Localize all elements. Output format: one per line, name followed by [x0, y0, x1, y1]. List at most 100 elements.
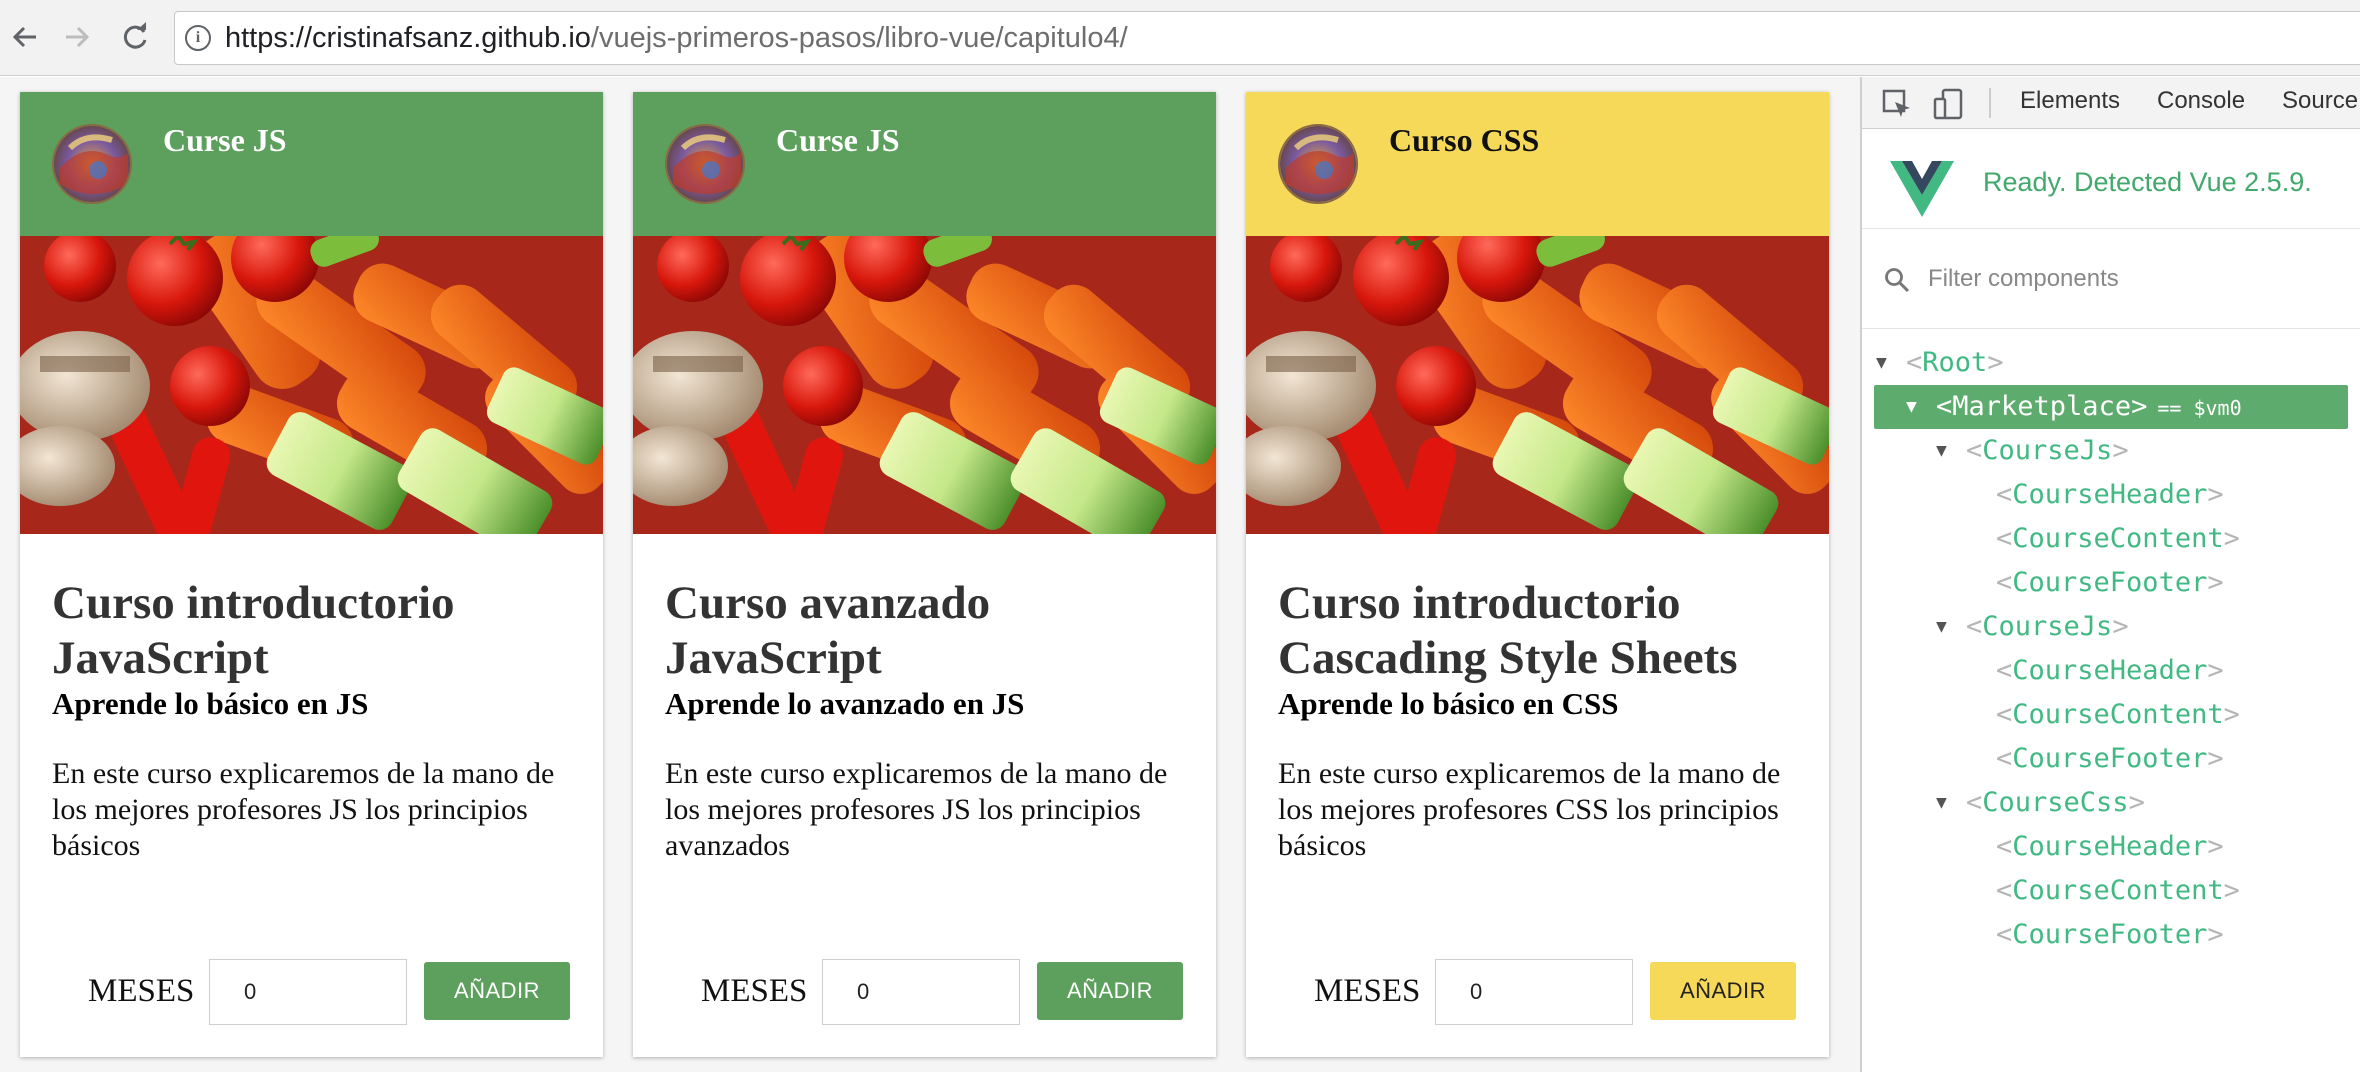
avatar [52, 124, 132, 204]
tab-elements[interactable]: Elements [2020, 87, 2120, 115]
tree-node[interactable]: ▼ <CourseCss> [1862, 781, 2360, 825]
tree-node[interactable]: <CourseContent> [1862, 693, 2360, 737]
course-footer: MESES AÑADIR [1246, 959, 1829, 1025]
tree-node[interactable]: <CourseFooter> [1862, 561, 2360, 605]
tree-node[interactable]: <CourseContent> [1862, 869, 2360, 913]
course-image [633, 236, 1216, 534]
vue-status-bar: Ready. Detected Vue 2.5.9. [1862, 129, 2360, 229]
course-description: En este curso explicaremos de la mano de… [665, 757, 1168, 862]
url-host: https://cristinafsanz.github.io [225, 21, 591, 54]
course-content: Curso avanzado JavaScript Aprende lo ava… [633, 534, 1216, 864]
months-label: MESES [1314, 973, 1421, 1009]
course-image [1246, 236, 1829, 534]
tree-node-label: <CourseFooter> [1996, 567, 2224, 598]
url-path: /vuejs-primeros-pasos/libro-vue/capitulo… [590, 21, 1128, 54]
devtools-tab-bar: Elements Console Source [1862, 77, 2360, 129]
tree-node-label: <CourseHeader> [1996, 655, 2224, 686]
add-button[interactable]: AÑADIR [1037, 962, 1183, 1020]
tree-node-label: <CourseFooter> [1996, 919, 2224, 950]
address-bar[interactable]: i https://cristinafsanz.github.io/vuejs-… [174, 11, 2360, 65]
course-card: Curse JS Curso avanzado JavaScript Apren… [633, 92, 1216, 1057]
course-content: Curso introductorio Cascading Style Shee… [1246, 534, 1829, 864]
arrow-left-icon [12, 26, 36, 48]
tree-node[interactable]: ▼ <Marketplace> == $vm0 [1874, 385, 2348, 429]
course-footer: MESES AÑADIR [633, 959, 1216, 1025]
course-header: Curse JS [633, 92, 1216, 236]
expand-arrow-icon[interactable]: ▼ [1936, 429, 1956, 473]
tab-console[interactable]: Console [2157, 87, 2245, 115]
filter-components-input[interactable] [1928, 259, 2328, 299]
tree-node-label: <CourseCss> [1966, 787, 2145, 818]
expand-arrow-icon[interactable]: ▼ [1906, 385, 1926, 429]
course-title: Curso introductorio JavaScript [52, 577, 455, 684]
course-title: Curso introductorio Cascading Style Shee… [1278, 577, 1738, 684]
component-tree: ▼ <Root> ▼ <Marketplace> == $vm0 ▼ <CourseJs> <… [1862, 329, 2360, 957]
tree-node-label: <CourseHeader> [1996, 479, 2224, 510]
course-card: Curso CSS Curso introductorio Cascading … [1246, 92, 1829, 1057]
tree-node[interactable]: ▼ <Root> [1862, 341, 2360, 385]
course-subtitle: Aprende lo básico en CSS [1278, 686, 1619, 721]
add-button[interactable]: AÑADIR [424, 962, 570, 1020]
arrow-right-icon [66, 26, 90, 48]
tree-node[interactable]: <CourseHeader> [1862, 473, 2360, 517]
inspect-icon [1882, 89, 1910, 117]
tree-node-label: <CourseContent> [1996, 699, 2240, 730]
browser-toolbar: i https://cristinafsanz.github.io/vuejs-… [0, 0, 2360, 76]
expand-arrow-icon[interactable]: ▼ [1936, 781, 1956, 825]
course-footer: MESES AÑADIR [20, 959, 603, 1025]
tab-sources[interactable]: Source [2282, 87, 2358, 115]
url-text: https://cristinafsanz.github.io/vuejs-pr… [225, 22, 1128, 55]
tree-node-label: <Root> [1906, 347, 2004, 378]
tree-node[interactable]: ▼ <CourseJs> [1862, 605, 2360, 649]
avatar [665, 124, 745, 204]
course-header-title: Curso CSS [1389, 122, 1540, 158]
course-image [20, 236, 603, 534]
course-subtitle: Aprende lo avanzado en JS [665, 686, 1025, 721]
months-input[interactable] [209, 959, 407, 1025]
course-title: Curso avanzado JavaScript [665, 577, 991, 684]
months-input[interactable] [822, 959, 1020, 1025]
tree-node-label: <CourseJs> [1966, 611, 2129, 642]
vue-ready-text: Ready. Detected Vue 2.5.9. [1983, 167, 2312, 197]
search-icon [1885, 268, 1910, 293]
tree-node-label: <Marketplace> == $vm0 [1936, 391, 2242, 422]
expand-arrow-icon[interactable]: ▼ [1936, 605, 1956, 649]
inspect-element-button[interactable] [1880, 87, 1914, 121]
filter-bar [1862, 229, 2360, 329]
forward-button[interactable] [56, 16, 98, 58]
tree-node[interactable]: <CourseFooter> [1862, 737, 2360, 781]
tree-node-label: <CourseFooter> [1996, 743, 2224, 774]
course-header: Curso CSS [1246, 92, 1829, 236]
course-subtitle: Aprende lo básico en JS [52, 686, 369, 721]
course-header: Curse JS [20, 92, 603, 236]
toolbar-divider [1989, 88, 1991, 118]
tree-node-label: <CourseContent> [1996, 875, 2240, 906]
course-header-title: Curse JS [163, 122, 287, 158]
tree-node-label: <CourseContent> [1996, 523, 2240, 554]
tree-node[interactable]: <CourseHeader> [1862, 825, 2360, 869]
avatar [1278, 124, 1358, 204]
info-icon[interactable]: i [185, 25, 211, 51]
selected-instance-label: == $vm0 [2157, 396, 2242, 420]
course-header-title: Curse JS [776, 122, 900, 158]
months-input[interactable] [1435, 959, 1633, 1025]
add-button[interactable]: AÑADIR [1650, 962, 1796, 1020]
tree-node[interactable]: ▼ <CourseJs> [1862, 429, 2360, 473]
back-button[interactable] [4, 16, 46, 58]
tree-node-label: <CourseHeader> [1996, 831, 2224, 862]
tree-node-label: <CourseJs> [1966, 435, 2129, 466]
tree-node[interactable]: <CourseHeader> [1862, 649, 2360, 693]
page-content: Curse JS Curso introductorio JavaScript … [0, 77, 1860, 1072]
course-content: Curso introductorio JavaScript Aprende l… [20, 534, 603, 864]
reload-button[interactable] [114, 16, 156, 58]
course-description: En este curso explicaremos de la mano de… [1278, 757, 1781, 862]
reload-icon [123, 22, 147, 49]
expand-arrow-icon[interactable]: ▼ [1876, 341, 1896, 385]
tree-node[interactable]: <CourseContent> [1862, 517, 2360, 561]
tree-node[interactable]: <CourseFooter> [1862, 913, 2360, 957]
device-toolbar-button[interactable] [1932, 87, 1966, 121]
course-description: En este curso explicaremos de la mano de… [52, 757, 555, 862]
device-icon [1933, 88, 1963, 120]
course-card: Curse JS Curso introductorio JavaScript … [20, 92, 603, 1057]
months-label: MESES [88, 973, 195, 1009]
